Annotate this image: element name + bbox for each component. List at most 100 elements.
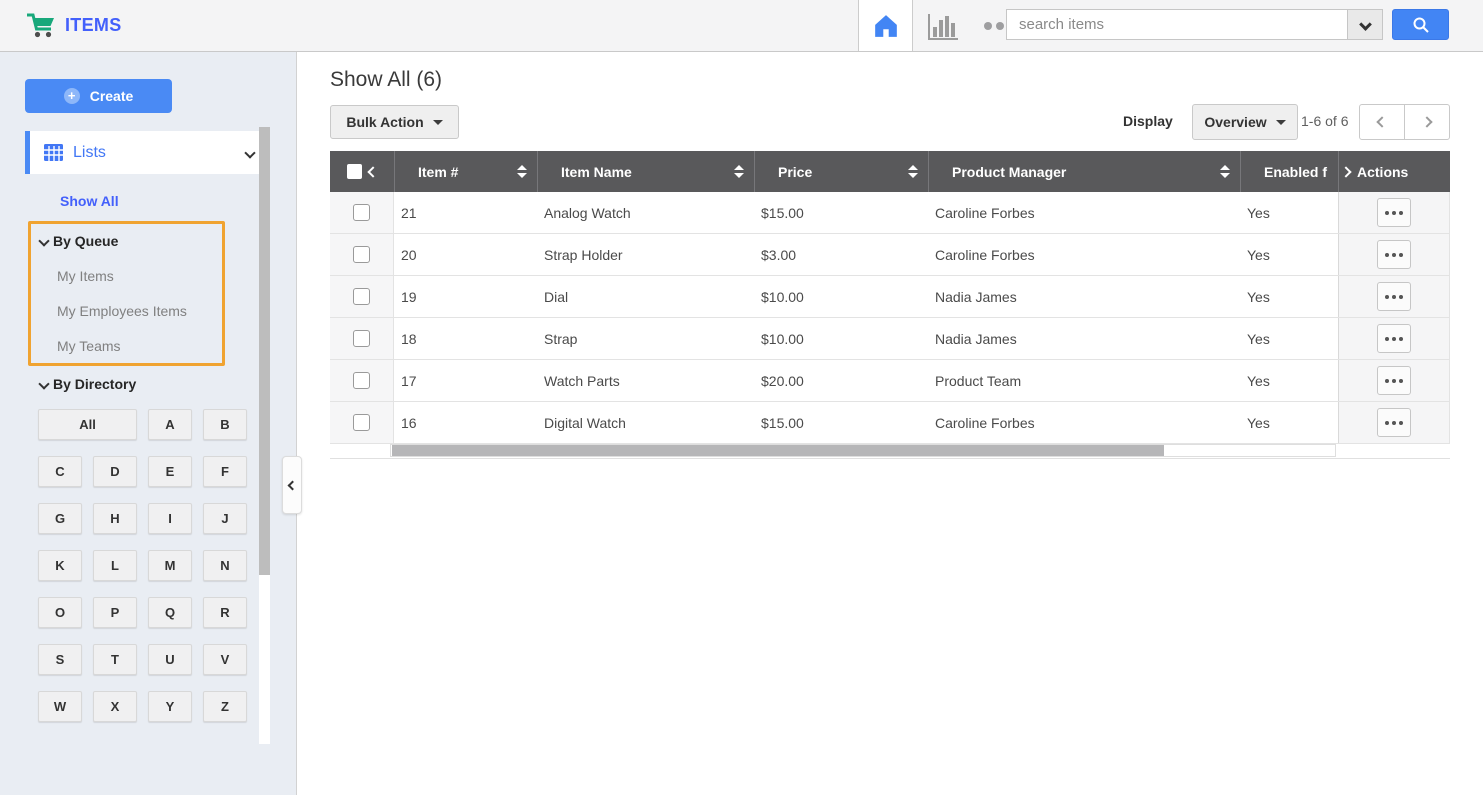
cell-item-number: 17 [401, 372, 417, 389]
row-checkbox[interactable] [353, 414, 370, 431]
table-row: 20 Strap Holder $3.00 Caroline Forbes Yes [330, 234, 1450, 276]
chevron-down-icon [1358, 18, 1372, 31]
directory-letter-u[interactable]: U [148, 644, 192, 675]
directory-letter-c[interactable]: C [38, 456, 82, 487]
row-actions-button[interactable] [1377, 324, 1411, 353]
cell-enabled: Yes [1247, 246, 1270, 263]
directory-letter-j[interactable]: J [203, 503, 247, 534]
create-button[interactable]: + Create [25, 79, 172, 113]
search-button[interactable] [1392, 9, 1449, 40]
column-header-actions: Actions [1338, 151, 1450, 192]
directory-letter-z[interactable]: Z [203, 691, 247, 722]
queue-item-my-employees-items[interactable]: My Employees Items [57, 303, 222, 319]
home-icon [874, 14, 897, 37]
cell-product-manager: Caroline Forbes [935, 204, 1035, 221]
directory-letter-r[interactable]: R [203, 597, 247, 628]
directory-letter-o[interactable]: O [38, 597, 82, 628]
row-checkbox[interactable] [353, 204, 370, 221]
row-checkbox[interactable] [353, 246, 370, 263]
reports-button[interactable] [923, 11, 963, 43]
directory-letter-a[interactable]: A [148, 409, 192, 440]
column-header-item-name[interactable]: Item Name [537, 151, 754, 192]
cell-price: $15.00 [761, 414, 804, 431]
lists-grid-icon [44, 144, 63, 161]
directory-letter-t[interactable]: T [93, 644, 137, 675]
column-header-price[interactable]: Price [754, 151, 928, 192]
cell-item-number: 21 [401, 204, 417, 221]
by-queue-label: By Queue [53, 233, 119, 249]
row-select-cell [330, 234, 394, 275]
chevron-left-icon [287, 480, 297, 490]
collapsed-section-caret [39, 738, 46, 744]
queue-items: My Items My Employees Items My Teams [31, 268, 222, 354]
directory-letter-b[interactable]: B [203, 409, 247, 440]
directory-letter-x[interactable]: X [93, 691, 137, 722]
cell-product-manager: Product Team [935, 372, 1022, 389]
search-options-dropdown[interactable] [1347, 10, 1382, 39]
row-checkbox[interactable] [353, 372, 370, 389]
plus-icon: + [63, 88, 80, 104]
row-actions-button[interactable] [1377, 408, 1411, 437]
cell-item-name: Analog Watch [544, 204, 631, 221]
display-mode-dropdown[interactable]: Overview [1192, 104, 1298, 140]
sidebar: + Create Lists Show All By Queue My Item… [0, 52, 297, 795]
previous-page-button[interactable] [1359, 104, 1405, 140]
column-header-product-manager[interactable]: Product Manager [928, 151, 1240, 192]
directory-letter-w[interactable]: W [38, 691, 82, 722]
cell-enabled: Yes [1247, 330, 1270, 347]
app-window: I T E M S search items + Create Lists Show A… [0, 0, 1483, 795]
sidebar-item-lists[interactable]: Lists [25, 131, 270, 174]
directory-letter-g[interactable]: G [38, 503, 82, 534]
create-button-label: Create [89, 88, 134, 104]
home-tab[interactable] [858, 0, 913, 51]
sidebar-item-show-all[interactable]: Show All [60, 193, 119, 209]
directory-letter-all[interactable]: All [38, 409, 137, 440]
row-actions-button[interactable] [1377, 366, 1411, 395]
directory-letter-d[interactable]: D [93, 456, 137, 487]
search-input[interactable] [1007, 10, 1347, 39]
directory-letter-q[interactable]: Q [148, 597, 192, 628]
row-actions-button[interactable] [1377, 198, 1411, 227]
row-checkbox[interactable] [353, 288, 370, 305]
directory-letter-p[interactable]: P [93, 597, 137, 628]
row-actions-button[interactable] [1377, 240, 1411, 269]
horizontal-scrollbar-thumb[interactable] [392, 445, 1164, 456]
queue-item-my-items[interactable]: My Items [57, 268, 222, 284]
directory-letter-k[interactable]: K [38, 550, 82, 581]
cell-price: $15.00 [761, 204, 804, 221]
directory-letter-s[interactable]: S [38, 644, 82, 675]
sidebar-scrollbar[interactable] [259, 127, 270, 744]
column-label: Item # [418, 163, 459, 180]
directory-letter-l[interactable]: L [93, 550, 137, 581]
cell-item-number: 20 [401, 246, 417, 263]
next-page-button[interactable] [1404, 104, 1450, 140]
cell-item-number: 16 [401, 414, 417, 431]
directory-letter-f[interactable]: F [203, 456, 247, 487]
horizontal-scrollbar-track[interactable] [390, 444, 1336, 457]
directory-letter-m[interactable]: M [148, 550, 192, 581]
bulk-action-button[interactable]: Bulk Action [330, 105, 459, 139]
row-select-cell [330, 402, 394, 443]
sidebar-scrollbar-thumb[interactable] [259, 127, 270, 575]
directory-letter-e[interactable]: E [148, 456, 192, 487]
chevron-left-icon[interactable] [367, 165, 379, 178]
cell-actions [1338, 192, 1450, 233]
chevron-right-icon[interactable] [1340, 165, 1352, 178]
column-header-item-number[interactable]: Item # [394, 151, 537, 192]
row-actions-button[interactable] [1377, 282, 1411, 311]
column-label: Product Manager [952, 163, 1067, 180]
by-queue-header[interactable]: By Queue [38, 233, 222, 249]
directory-letter-y[interactable]: Y [148, 691, 192, 722]
row-checkbox[interactable] [353, 330, 370, 347]
by-directory-header[interactable]: By Directory [38, 376, 136, 392]
directory-letter-h[interactable]: H [93, 503, 137, 534]
table-row: 16 Digital Watch $15.00 Caroline Forbes Yes [330, 402, 1450, 444]
directory-letter-n[interactable]: N [203, 550, 247, 581]
select-all-checkbox[interactable] [347, 164, 362, 179]
sidebar-collapse-handle[interactable] [282, 456, 302, 514]
bulk-action-label: Bulk Action [346, 114, 424, 130]
directory-letter-v[interactable]: V [203, 644, 247, 675]
by-queue-highlight-box: By Queue My Items My Employees Items My Te… [28, 221, 225, 366]
queue-item-my-teams[interactable]: My Teams [57, 338, 222, 354]
directory-letter-i[interactable]: I [148, 503, 192, 534]
